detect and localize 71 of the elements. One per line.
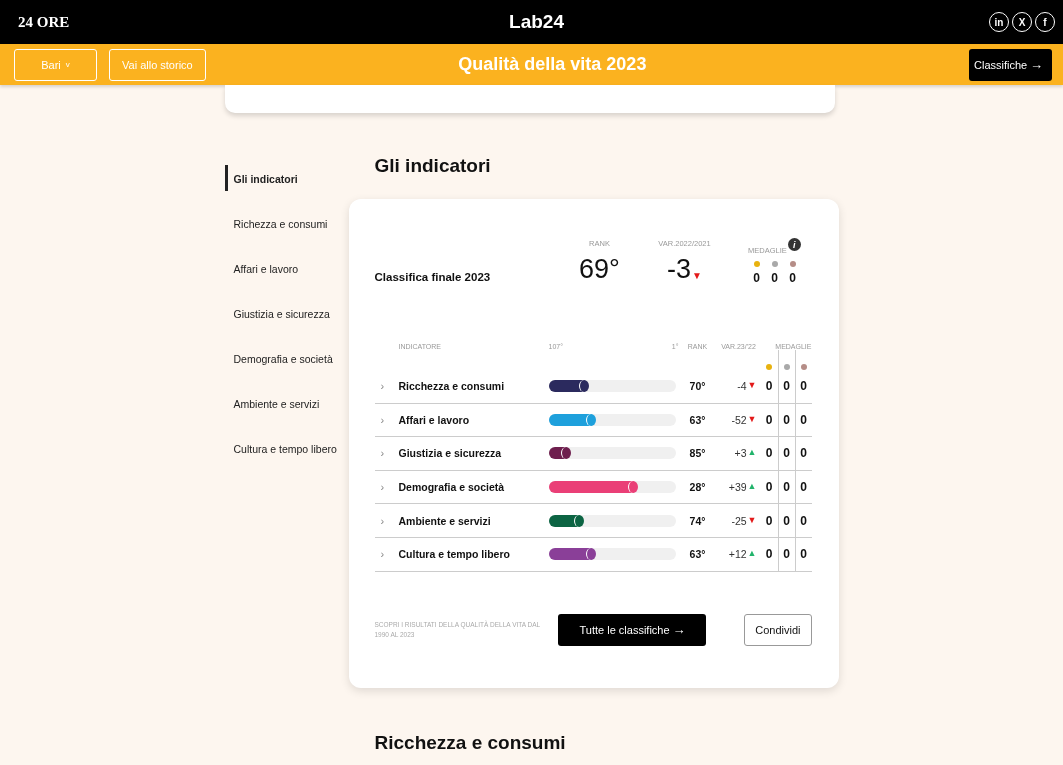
medal-count: 0 [800, 446, 807, 461]
logo[interactable]: 24 ORE [18, 13, 138, 31]
medal-count: 0 [765, 513, 773, 528]
chevron-icon[interactable]: › [374, 514, 399, 527]
rank-value: 74° [688, 514, 707, 527]
sidebar-item[interactable]: Ambiente e servizi [224, 390, 339, 416]
variation-value: +3 [734, 447, 747, 460]
medal-count: 0 [783, 379, 790, 394]
info-icon[interactable]: i [787, 238, 801, 251]
rank-value: 28° [688, 481, 707, 494]
indicator-name[interactable]: Cultura e tempo libero [398, 548, 549, 561]
medal-count: 0 [800, 480, 807, 495]
medal-count: 0 [765, 547, 773, 562]
medal-count: 0 [783, 513, 790, 528]
all-rankings-button[interactable]: Tutte le classifiche → [557, 613, 706, 646]
share-button[interactable]: Condividi [744, 613, 812, 646]
medal-count: 0 [800, 513, 807, 528]
medal-count: 0 [771, 271, 778, 285]
indicator-name[interactable]: Ambiente e servizi [398, 514, 549, 527]
medal-count: 0 [800, 412, 807, 427]
brand-logo[interactable]: Lab24 [509, 11, 564, 33]
down-triangle-icon: ▼ [692, 271, 702, 281]
section-title: Ricchezza e consumi [374, 731, 567, 754]
chevron-icon[interactable]: › [374, 447, 399, 460]
section-title: Gli indicatori [374, 155, 492, 177]
up-triangle-icon: ▲ [747, 482, 757, 492]
rank-value: 63° [688, 413, 707, 426]
indicator-name[interactable]: Ricchezza e consumi [398, 380, 549, 393]
medal-count: 0 [765, 379, 773, 394]
medal-count: 0 [765, 446, 773, 461]
medal-count: 0 [753, 271, 760, 285]
medal-count: 0 [789, 271, 796, 285]
chevron-icon[interactable]: › [374, 548, 399, 561]
variation-value: +12 [728, 548, 747, 561]
variation-value: -52 [731, 413, 747, 426]
rankings-button[interactable]: Classifiche → [969, 48, 1052, 81]
chevron-icon[interactable]: › [374, 413, 399, 426]
down-triangle-icon: ▼ [747, 414, 757, 424]
variation-value: -25 [731, 514, 747, 527]
down-triangle-icon: ▼ [747, 381, 757, 391]
indicator-name[interactable]: Giustizia e sicurezza [398, 447, 549, 460]
sidebar-item[interactable]: Richezza e consumi [224, 210, 339, 236]
chevron-icon[interactable]: › [374, 481, 399, 494]
medal-count: 0 [765, 412, 773, 427]
summary-label: Classifica finale 2023 [374, 271, 492, 285]
medal-count: 0 [800, 379, 807, 394]
rank-value: 69° [579, 254, 620, 285]
up-triangle-icon: ▲ [747, 549, 757, 559]
indicator-name[interactable]: Demografia e società [398, 481, 549, 494]
sidebar-item[interactable]: Giustizia e sicurezza [224, 300, 339, 326]
down-triangle-icon: ▼ [747, 515, 757, 525]
rank-value: 85° [688, 447, 707, 460]
medal-count: 0 [783, 547, 790, 562]
medal-count: 0 [783, 446, 790, 461]
sidebar-item[interactable]: Demografia e società [224, 345, 339, 371]
chevron-icon[interactable]: › [374, 380, 399, 393]
rank-value: 63° [688, 548, 707, 561]
variation-value: +39 [728, 481, 747, 494]
medal-count: 0 [765, 480, 773, 495]
rank-value: 70° [688, 380, 707, 393]
up-triangle-icon: ▲ [747, 448, 757, 458]
variation-value: -3 [667, 254, 692, 285]
sidebar-item[interactable]: Affari e lavoro [224, 255, 339, 281]
sidebar-item[interactable]: Gli indicatori [224, 165, 339, 191]
medal-count: 0 [783, 480, 790, 495]
medal-count: 0 [800, 547, 807, 562]
medal-count: 0 [783, 412, 790, 427]
variation-value: -4 [737, 380, 747, 393]
indicator-name[interactable]: Affari e lavoro [398, 413, 549, 426]
page-title: Qualità della vita 2023 [457, 54, 648, 75]
sidebar-item[interactable]: Cultura e tempo libero [224, 435, 339, 461]
